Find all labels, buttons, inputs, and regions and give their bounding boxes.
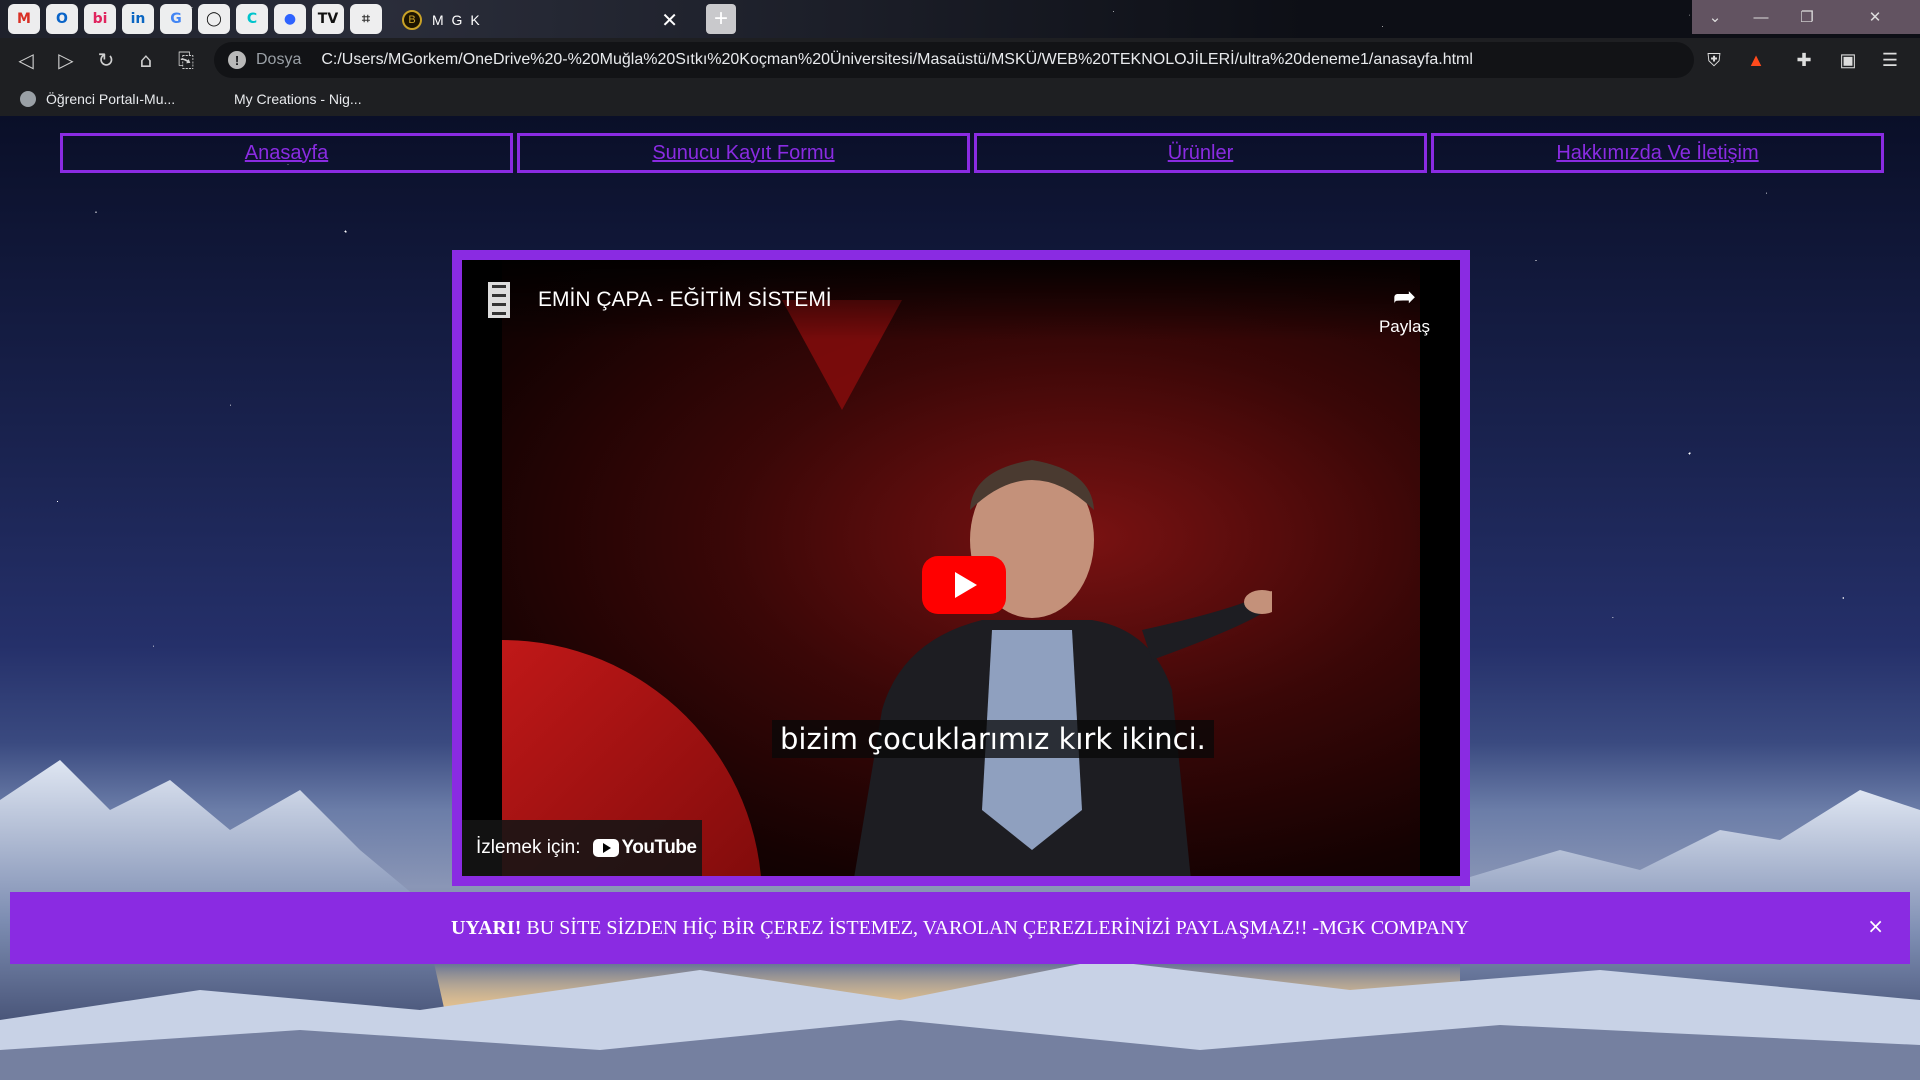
bookmark-ogrenci-portali[interactable]: Öğrenci Portalı-Mu... [20,88,175,110]
bookmark-label: Öğrenci Portalı-Mu... [46,91,176,107]
canva-icon: C [246,11,258,27]
video-embed-frame: EMİN ÇAPA - EĞİTİM SİSTEMİ ➦ Paylaş bizi… [452,250,1470,886]
bi-icon: bi [92,11,108,27]
watch-on-youtube-button[interactable]: İzlemek için: YouTube [462,820,702,876]
nav-urunler[interactable]: Ürünler [974,133,1427,173]
active-tab-title: M G K [432,12,482,28]
cookie-warning-banner: UYARI! BU SİTE SİZDEN HİÇ BİR ÇEREZ İSTE… [10,892,1910,964]
site-info-icon[interactable]: ! [228,51,246,69]
bookmark-my-creations[interactable]: My Creations - Nig... [234,88,362,110]
pinned-tab-bi[interactable]: bi [84,4,116,34]
pinned-tab-gmail[interactable]: M [8,4,40,34]
bookmarks-bar: Öğrenci Portalı-Mu... My Creations - Nig… [0,82,1920,116]
pinned-tab-translate[interactable]: G [160,4,192,34]
youtube-wordmark: YouTube [621,837,697,858]
watch-label: İzlemek için: [476,837,581,858]
play-icon [955,572,977,598]
restore-button[interactable]: ❐ [1784,0,1830,34]
gmail-icon: M [17,11,31,27]
rewards-icon[interactable]: ▲ [1742,46,1770,74]
bookmark-button[interactable]: ⎘ [170,44,202,76]
youtube-player[interactable]: EMİN ÇAPA - EĞİTİM SİSTEMİ ➦ Paylaş bizi… [462,260,1460,876]
pinned-tab-tv[interactable]: TV [312,4,344,34]
letterbox-left [462,260,502,876]
banner-text: BU SİTE SİZDEN HİÇ BİR ÇEREZ İSTEMEZ, VA… [521,916,1470,939]
site-favicon-icon: B [402,10,422,30]
reload-button[interactable]: ↻ [90,44,122,76]
home-button[interactable]: ⌂ [130,44,162,76]
video-title[interactable]: EMİN ÇAPA - EĞİTİM SİSTEMİ [538,288,832,312]
share-icon: ➦ [1392,281,1417,312]
address-url[interactable]: C:/Users/MGorkem/OneDrive%20-%20Muğla%20… [321,51,1473,69]
pinned-tab-messenger[interactable]: ● [274,4,306,34]
speaker-thumbnail [854,460,1272,876]
messenger-icon: ● [283,11,297,27]
video-caption: bizim çocuklarımız kırk ikinci. [772,720,1214,758]
channel-logo-icon[interactable] [488,282,510,318]
pinned-tab-linkedin[interactable]: in [122,4,154,34]
back-button[interactable]: ◁ [10,44,42,76]
tab-strip: M O bi in G ◯ C ● TV ⌗ B M G K ✕ + ⌄ — ❐… [0,0,1920,38]
pinned-tab-crop[interactable]: ⌗ [350,4,382,34]
banner-close-icon[interactable]: × [1867,914,1884,938]
extensions-icon[interactable]: ✚ [1790,46,1818,74]
tv-icon: TV [317,11,339,27]
letterbox-right [1420,260,1460,876]
linkedin-icon: in [130,11,146,27]
translate-icon: G [170,11,182,27]
github-icon: ◯ [206,11,222,27]
wallet-icon[interactable]: ▣ [1834,46,1862,74]
globe-icon [20,91,36,107]
banner-message: UYARI! BU SİTE SİZDEN HİÇ BİR ÇEREZ İSTE… [451,917,1469,940]
banner-warning-label: UYARI! [450,916,522,939]
pinned-tab-github[interactable]: ◯ [198,4,230,34]
pinned-tab-outlook[interactable]: O [46,4,78,34]
menu-icon[interactable]: ☰ [1876,46,1904,74]
address-scheme: Dosya [256,51,302,68]
browser-toolbar: ◁ ▷ ↻ ⌂ ⎘ ! Dosya C:/Users/MGorkem/OneDr… [0,38,1920,82]
active-tab[interactable]: B M G K ✕ [398,2,690,38]
brave-shield-icon[interactable]: ⛨ [1700,46,1728,74]
pinned-tab-canva[interactable]: C [236,4,268,34]
web-page: Anasayfa Sunucu Kayıt Formu Ürünler Hakk… [0,116,1920,1080]
youtube-logo-icon: YouTube [592,837,697,859]
nav-anasayfa[interactable]: Anasayfa [60,133,513,173]
crop-icon: ⌗ [362,11,370,27]
new-tab-button[interactable]: + [706,4,736,34]
tab-search-chevron-icon[interactable]: ⌄ [1692,0,1738,34]
site-nav: Anasayfa Sunucu Kayıt Formu Ürünler Hakk… [60,133,1884,173]
close-tab-icon[interactable]: ✕ [661,8,678,33]
nav-sunucu-kayit-formu[interactable]: Sunucu Kayıt Formu [517,133,970,173]
bookmark-label: My Creations - Nig... [234,91,362,107]
minimize-button[interactable]: — [1738,0,1784,34]
nav-hakkimizda-ve-iletisim[interactable]: Hakkımızda Ve İletişim [1431,133,1884,173]
outlook-icon: O [56,11,68,27]
forward-button[interactable]: ▷ [50,44,82,76]
window-close-button[interactable]: ✕ [1830,0,1920,34]
address-bar[interactable]: ! Dosya C:/Users/MGorkem/OneDrive%20-%20… [214,42,1694,78]
share-button[interactable]: ➦ Paylaş [1379,280,1430,337]
share-label: Paylaş [1378,317,1430,336]
play-button[interactable] [922,556,1006,614]
